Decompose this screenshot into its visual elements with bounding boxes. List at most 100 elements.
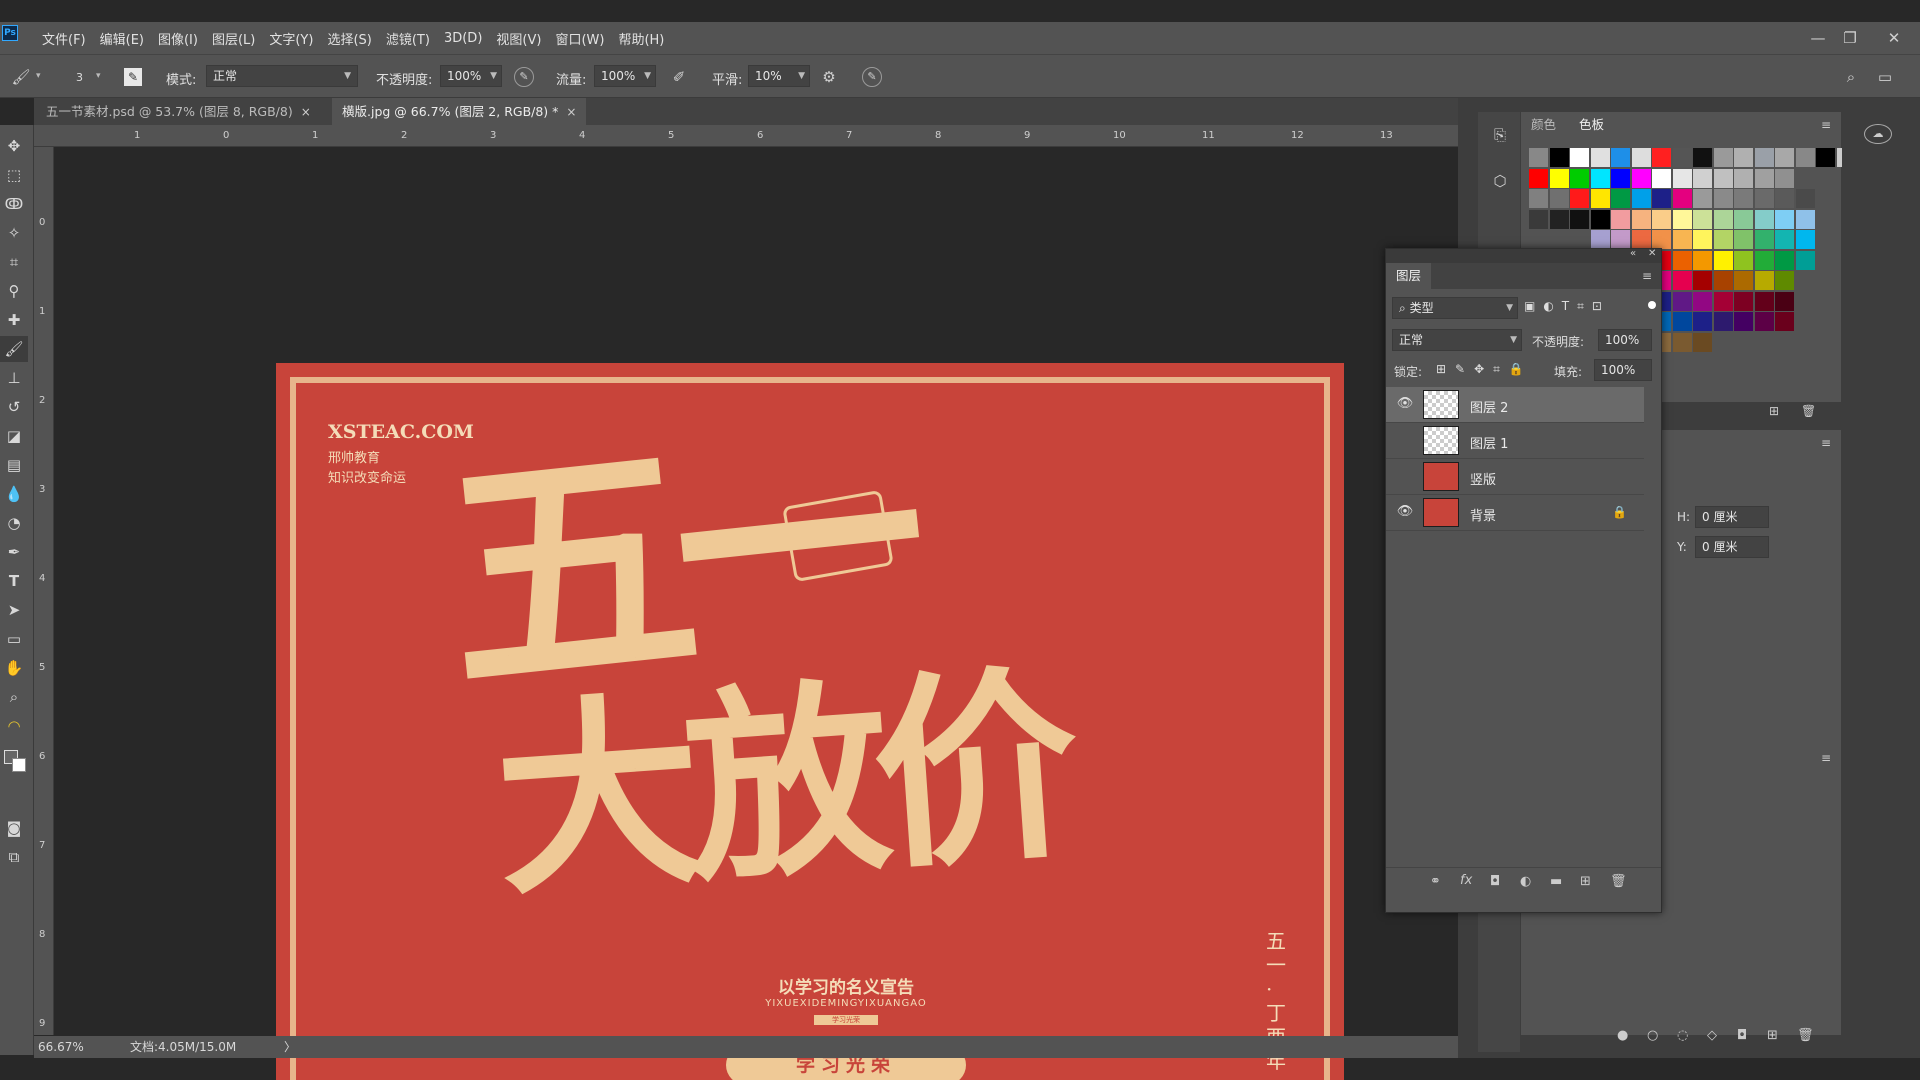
color-swatch[interactable]	[1754, 168, 1774, 188]
color-swatch[interactable]	[1529, 168, 1548, 188]
color-swatch[interactable]	[1672, 332, 1692, 352]
layer-filter-select[interactable]: ⌕ 类型 ▼	[1392, 297, 1518, 319]
color-swatch[interactable]	[1713, 148, 1733, 167]
color-swatch[interactable]	[1693, 291, 1712, 311]
history-brush-tool-icon[interactable]: ↺	[0, 394, 28, 420]
new-group-icon[interactable]: ▬	[1550, 874, 1562, 889]
color-swatch[interactable]	[1652, 209, 1671, 229]
lock-icon[interactable]: 🔒	[1612, 505, 1627, 519]
color-swatch[interactable]	[1672, 312, 1692, 331]
color-swatch[interactable]	[1734, 148, 1753, 167]
blur-tool-icon[interactable]: 💧	[0, 481, 28, 507]
color-swatch[interactable]	[1693, 189, 1712, 208]
color-swatch[interactable]	[1570, 168, 1589, 188]
brush-panel-toggle-icon[interactable]: ✎	[124, 68, 142, 86]
color-swatch[interactable]	[1754, 312, 1774, 331]
quick-select-tool-icon[interactable]: ✧	[0, 220, 28, 246]
hand-tool-icon[interactable]: ✋	[0, 655, 28, 681]
rectangle-tool-icon[interactable]: ▭	[0, 626, 28, 652]
color-swatch[interactable]	[1672, 271, 1692, 290]
color-swatch[interactable]	[1734, 168, 1753, 188]
menu-layer[interactable]: 图层(L)	[212, 29, 255, 48]
new-layer-icon[interactable]: ⊞	[1580, 874, 1591, 889]
color-swatch[interactable]	[1611, 230, 1630, 249]
healing-brush-tool-icon[interactable]: ✚	[0, 307, 28, 333]
type-tool-icon[interactable]: T	[0, 568, 28, 594]
color-swatch[interactable]	[1713, 291, 1733, 311]
color-swatch[interactable]	[1631, 168, 1651, 188]
color-swatch[interactable]	[1611, 209, 1630, 229]
layer-opacity-input[interactable]: 100%	[1598, 329, 1652, 351]
color-swatch[interactable]	[1549, 209, 1569, 229]
menu-type[interactable]: 文字(Y)	[269, 29, 313, 48]
color-swatch[interactable]	[1713, 271, 1733, 290]
color-swatch[interactable]	[1590, 189, 1610, 208]
path-selection-tool-icon[interactable]: ➤	[0, 597, 28, 623]
color-swatch[interactable]	[1631, 189, 1651, 208]
color-swatch[interactable]	[1672, 209, 1692, 229]
load-selection-icon[interactable]: ◌	[1677, 1028, 1688, 1043]
menu-select[interactable]: 选择(S)	[327, 29, 371, 48]
workspace-icon[interactable]: ▭	[1874, 66, 1896, 88]
color-swatch[interactable]	[1775, 189, 1794, 208]
color-swatch[interactable]	[1775, 168, 1794, 188]
color-swatch[interactable]	[1590, 148, 1610, 167]
opacity-input[interactable]: 100% ▼	[440, 65, 502, 87]
layer-row[interactable]: · 图层 1	[1386, 423, 1644, 459]
panel-menu-icon[interactable]: ≡	[1821, 436, 1831, 450]
menu-edit[interactable]: 编辑(E)	[100, 29, 144, 48]
color-swatch[interactable]	[1693, 168, 1712, 188]
minimize-button[interactable]: —	[1800, 22, 1836, 54]
libraries-icon[interactable]: ☁	[1864, 124, 1892, 144]
color-swatch[interactable]	[1713, 250, 1733, 270]
pressure-opacity-icon[interactable]: ✎	[514, 67, 534, 87]
color-swatch[interactable]	[1549, 189, 1569, 208]
color-swatch[interactable]	[1672, 250, 1692, 270]
tab-color[interactable]: 颜色	[1521, 112, 1566, 138]
fill-path-icon[interactable]: ●	[1617, 1028, 1628, 1043]
canvas-area[interactable]: XSTEAC.COM 邢帅教育 知识改变命运 五一 大放价 以学习的名义宣告 Y…	[55, 148, 1459, 1080]
color-swatch[interactable]	[1816, 148, 1835, 167]
airbrush-icon[interactable]: ✐	[668, 66, 690, 88]
color-swatch[interactable]	[1611, 148, 1630, 167]
zoom-tool-icon[interactable]: ⌕	[0, 684, 28, 710]
color-swatch[interactable]	[1652, 148, 1671, 167]
fill-input[interactable]: 100%	[1594, 359, 1652, 381]
mode-select[interactable]: 正常 ▼	[206, 65, 358, 87]
color-swatch[interactable]	[1549, 148, 1569, 167]
color-swatch[interactable]	[1713, 312, 1733, 331]
color-swatch[interactable]	[1754, 230, 1774, 249]
link-layers-icon[interactable]: ⚭	[1430, 874, 1441, 889]
flow-input[interactable]: 100% ▼	[594, 65, 656, 87]
layer-row[interactable]: 👁 图层 2	[1386, 387, 1644, 423]
background-color-swatch[interactable]	[12, 758, 26, 772]
color-swatch[interactable]	[1631, 209, 1651, 229]
color-swatch[interactable]	[1672, 168, 1692, 188]
color-swatch[interactable]	[1734, 312, 1753, 331]
brush-picker-arrow-icon[interactable]: ▾	[96, 71, 101, 81]
color-swatch[interactable]	[1693, 209, 1712, 229]
color-swatch[interactable]	[1775, 230, 1794, 249]
color-swatch[interactable]	[1693, 332, 1712, 352]
color-swatch[interactable]	[1775, 291, 1794, 311]
color-swatch[interactable]	[1631, 230, 1651, 249]
add-mask-icon[interactable]: ◘	[1490, 874, 1500, 889]
color-swatch[interactable]	[1734, 230, 1753, 249]
color-swatch[interactable]	[1570, 209, 1589, 229]
color-swatch[interactable]	[1734, 271, 1753, 290]
color-swatch[interactable]	[1549, 168, 1569, 188]
blend-mode-select[interactable]: 正常 ▼	[1392, 329, 1522, 351]
color-swatch[interactable]	[1775, 312, 1794, 331]
menu-file[interactable]: 文件(F)	[42, 29, 86, 48]
tab-swatches[interactable]: 色板	[1569, 112, 1615, 138]
color-swatch[interactable]	[1590, 168, 1610, 188]
zoom-level[interactable]: 66.67%	[38, 1036, 84, 1058]
menu-3d[interactable]: 3D(D)	[444, 31, 482, 46]
trash-icon[interactable]: 🗑	[1610, 874, 1627, 889]
color-swatch[interactable]	[1734, 189, 1753, 208]
lock-icons[interactable]: ⊞✎✥⌗🔒	[1436, 362, 1533, 377]
color-swatch[interactable]	[1795, 250, 1815, 270]
color-swatch[interactable]	[1693, 271, 1712, 290]
color-swatch[interactable]	[1775, 148, 1794, 167]
smoothing-input[interactable]: 10% ▼	[748, 65, 810, 87]
